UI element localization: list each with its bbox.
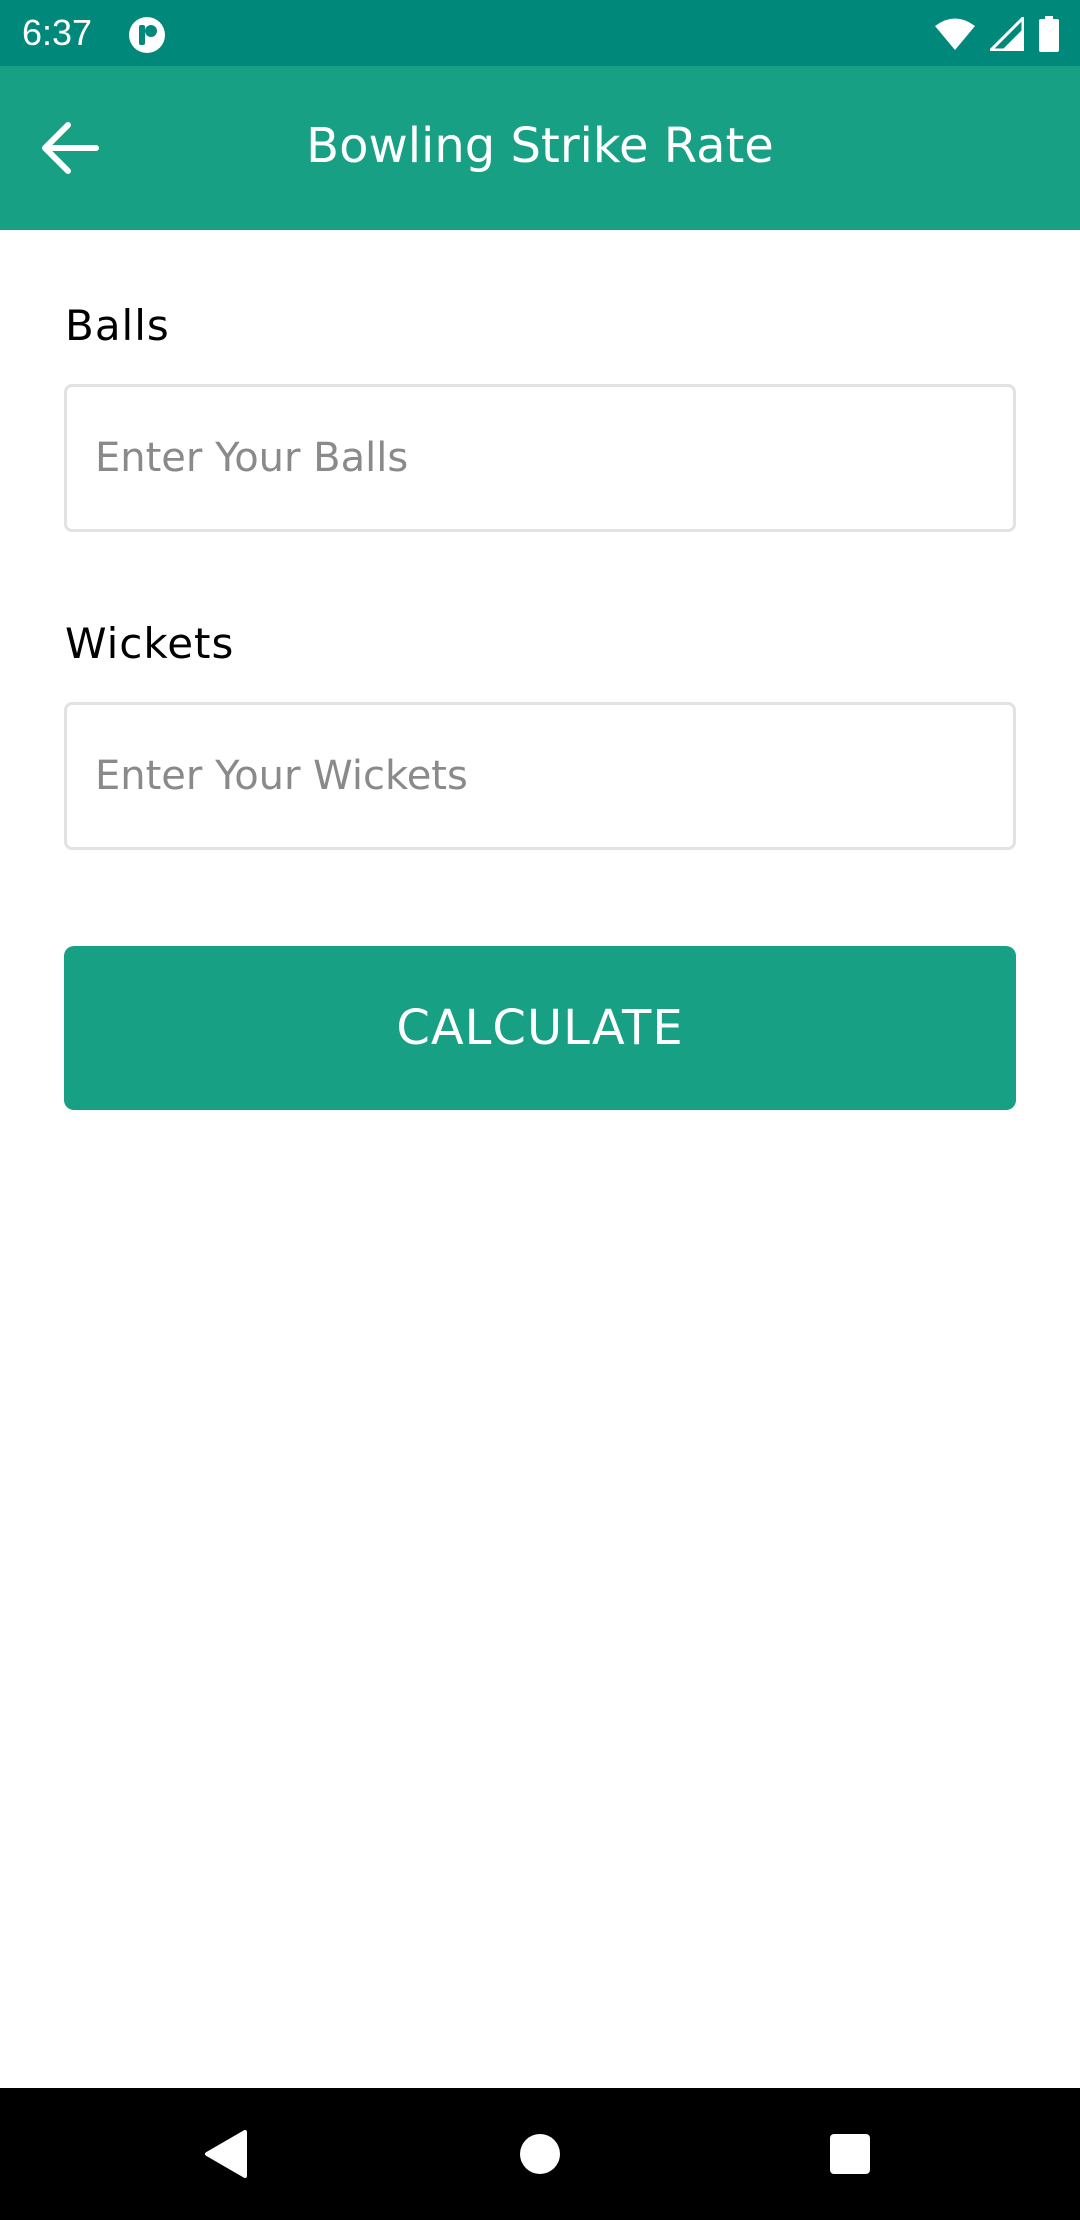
nav-home-button[interactable] [494,2108,586,2200]
status-time: 6:37 [22,12,93,53]
nav-back-button[interactable] [180,2108,272,2200]
app-bar: Bowling Strike Rate [0,66,1080,230]
wifi-icon [935,18,975,50]
battery-icon [1039,16,1059,52]
status-icons [934,14,1060,54]
nav-home-icon [520,2134,560,2174]
wickets-input[interactable] [64,702,1016,850]
nav-recents-icon [830,2134,870,2174]
page-title: Bowling Strike Rate [306,118,774,174]
system-nav-bar [0,2088,1080,2220]
app-notification-icon [129,17,165,53]
nav-recents-button[interactable] [804,2108,896,2200]
balls-input[interactable] [64,384,1016,532]
nav-back-icon [205,2130,247,2178]
wickets-label: Wickets [65,619,235,668]
balls-label: Balls [65,301,170,350]
cell-signal-icon [990,17,1024,51]
calculate-button[interactable]: CALCULATE [64,946,1016,1110]
status-bar: 6:37 [0,0,1080,66]
